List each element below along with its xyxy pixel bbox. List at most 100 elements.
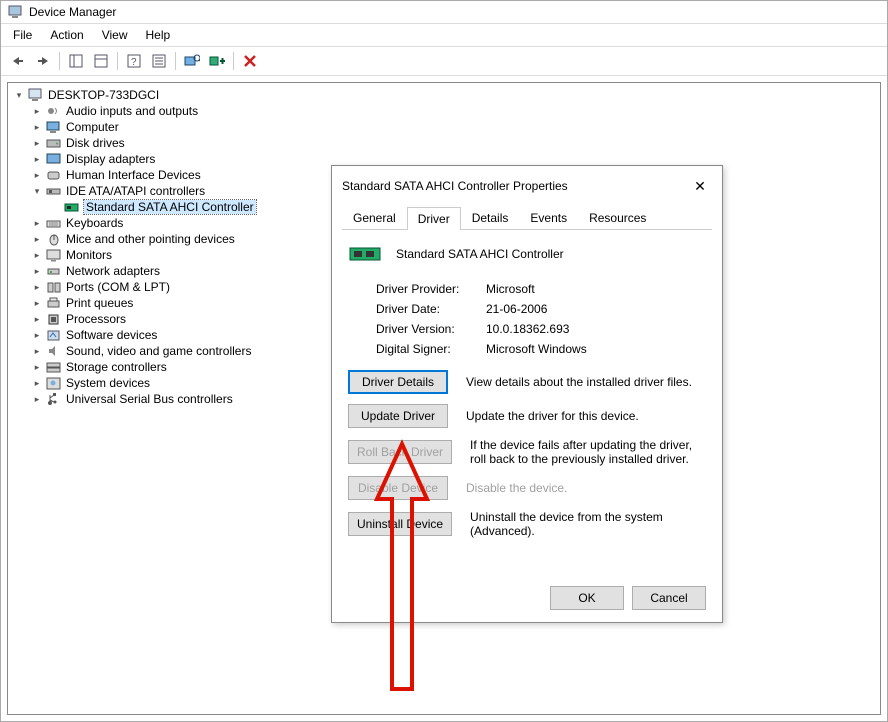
print-icon (46, 296, 62, 310)
chevron-down-icon[interactable]: ▾ (32, 186, 42, 197)
chevron-right-icon[interactable]: ▸ (32, 298, 42, 309)
tree-category-label: Processors (66, 312, 126, 326)
ok-button[interactable]: OK (550, 586, 624, 610)
dialog-footer: OK Cancel (332, 574, 722, 622)
chevron-right-icon[interactable]: ▸ (32, 138, 42, 149)
roll-back-driver-button: Roll Back Driver (348, 440, 452, 464)
chevron-right-icon[interactable]: ▸ (32, 122, 42, 133)
tree-category-label: Computer (66, 120, 119, 134)
mouse-icon (46, 232, 62, 246)
storage-icon (46, 360, 62, 374)
tab-general[interactable]: General (342, 206, 407, 229)
version-label: Driver Version: (376, 322, 486, 336)
tree-category-label: Human Interface Devices (66, 168, 201, 182)
device-name: Standard SATA AHCI Controller (396, 247, 564, 261)
chevron-right-icon[interactable]: ▸ (32, 282, 42, 293)
chevron-right-icon[interactable]: ▸ (32, 154, 42, 165)
network-icon (46, 264, 62, 278)
tab-driver[interactable]: Driver (407, 207, 461, 230)
window-title: Device Manager (29, 5, 116, 19)
computer-icon (28, 88, 44, 102)
chevron-right-icon[interactable]: ▸ (32, 330, 42, 341)
monitor-icon (46, 248, 62, 262)
disable-device-button: Disable Device (348, 476, 448, 500)
usb-icon (46, 392, 62, 406)
driver-details-button[interactable]: Driver Details (348, 370, 448, 394)
show-hide-tree-icon[interactable] (65, 50, 87, 72)
chevron-right-icon[interactable]: ▸ (32, 314, 42, 325)
tree-category[interactable]: ▸Audio inputs and outputs (32, 103, 878, 119)
scan-hardware-icon[interactable] (181, 50, 203, 72)
signer-label: Digital Signer: (376, 342, 486, 356)
properties-icon[interactable] (90, 50, 112, 72)
dialog-body: Standard SATA AHCI Controller Driver Pro… (332, 230, 722, 574)
chevron-right-icon[interactable]: ▸ (32, 362, 42, 373)
tab-details[interactable]: Details (461, 206, 520, 229)
tree-category-label: Ports (COM & LPT) (66, 280, 170, 294)
app-icon (7, 4, 23, 20)
chevron-right-icon[interactable]: ▸ (32, 170, 42, 181)
toolbar-divider (117, 52, 118, 70)
tree-category-label: System devices (66, 376, 150, 390)
toolbar-divider (233, 52, 234, 70)
chevron-right-icon[interactable]: ▸ (32, 234, 42, 245)
tree-category-label: IDE ATA/ATAPI controllers (66, 184, 205, 198)
update-driver-button[interactable]: Update Driver (348, 404, 448, 428)
tab-events[interactable]: Events (519, 206, 578, 229)
audio-icon (46, 104, 62, 118)
tree-category-label: Display adapters (66, 152, 155, 166)
controller-icon (348, 242, 384, 266)
disk-icon (46, 136, 62, 150)
tree-device-label: Standard SATA AHCI Controller (84, 200, 256, 214)
tab-resources[interactable]: Resources (578, 206, 657, 229)
tree-category-label: Sound, video and game controllers (66, 344, 251, 358)
chevron-right-icon[interactable]: ▸ (32, 378, 42, 389)
add-legacy-icon[interactable] (206, 50, 228, 72)
tree-category-label: Disk drives (66, 136, 125, 150)
chevron-right-icon[interactable]: ▸ (32, 106, 42, 117)
uninstall-toolbar-icon[interactable] (239, 50, 261, 72)
update-driver-desc: Update the driver for this device. (466, 409, 706, 423)
uninstall-device-button[interactable]: Uninstall Device (348, 512, 452, 536)
cancel-button[interactable]: Cancel (632, 586, 706, 610)
dialog-title: Standard SATA AHCI Controller Properties (342, 179, 568, 193)
menu-help[interactable]: Help (138, 26, 179, 44)
version-value: 10.0.18362.693 (486, 322, 706, 336)
tree-root[interactable]: ▾ DESKTOP-733DGCI (14, 87, 878, 103)
sound-icon (46, 344, 62, 358)
menu-view[interactable]: View (94, 26, 136, 44)
computer-icon (46, 120, 62, 134)
system-icon (46, 376, 62, 390)
provider-label: Driver Provider: (376, 282, 486, 296)
controller-icon (64, 200, 80, 214)
tree-category[interactable]: ▸ Computer (32, 119, 878, 135)
back-icon[interactable] (7, 50, 29, 72)
chevron-down-icon[interactable]: ▾ (14, 90, 24, 101)
close-icon[interactable]: ✕ (688, 174, 712, 198)
cpu-icon (46, 312, 62, 326)
chevron-right-icon[interactable]: ▸ (32, 250, 42, 261)
titlebar: Device Manager (1, 1, 887, 24)
svg-text:?: ? (131, 57, 137, 68)
tree-category-label: Mice and other pointing devices (66, 232, 235, 246)
dialog-titlebar: Standard SATA AHCI Controller Properties… (332, 166, 722, 206)
menubar: File Action View Help (1, 24, 887, 47)
tree-category-label: Storage controllers (66, 360, 167, 374)
toolbar-divider (175, 52, 176, 70)
forward-icon[interactable] (32, 50, 54, 72)
chevron-right-icon[interactable]: ▸ (32, 218, 42, 229)
menu-action[interactable]: Action (42, 26, 91, 44)
tree-category[interactable]: ▸ Disk drives (32, 135, 878, 151)
chevron-right-icon[interactable]: ▸ (32, 346, 42, 357)
chevron-right-icon[interactable]: ▸ (32, 394, 42, 405)
tree-category-label: Monitors (66, 248, 112, 262)
help-toolbar-icon[interactable]: ? (123, 50, 145, 72)
ide-icon (46, 184, 62, 198)
disable-device-desc: Disable the device. (466, 481, 706, 495)
tree-category-label: Print queues (66, 296, 133, 310)
keyboard-icon (46, 216, 62, 230)
chevron-right-icon[interactable]: ▸ (32, 266, 42, 277)
tree-root-label: DESKTOP-733DGCI (48, 88, 159, 102)
menu-file[interactable]: File (5, 26, 40, 44)
list-icon[interactable] (148, 50, 170, 72)
